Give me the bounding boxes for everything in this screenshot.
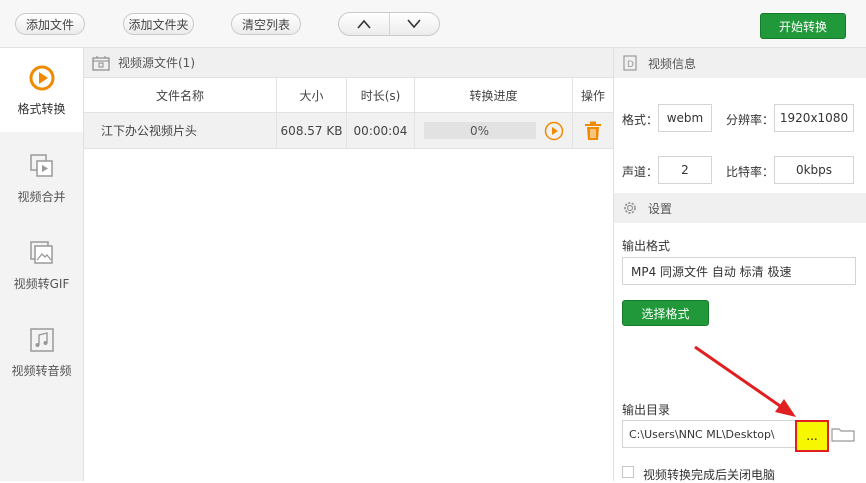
video-info-header: D 视频信息 xyxy=(614,48,866,78)
add-folder-button[interactable]: 添加文件夹 xyxy=(123,13,194,35)
format-field: webm xyxy=(658,104,712,132)
output-format-field[interactable]: MP4 同源文件 自动 标清 极速 xyxy=(622,257,856,285)
folder-icon[interactable] xyxy=(831,426,855,442)
video-merge-icon xyxy=(28,152,56,180)
sidebar-item-label: 格式转换 xyxy=(17,101,66,116)
move-down-button[interactable] xyxy=(388,13,440,35)
start-convert-button[interactable]: 开始转换 xyxy=(760,13,846,39)
file-table-header: 文件名称 大小 时长(s) 转换进度 操作 xyxy=(84,78,613,113)
column-header: 大小 xyxy=(276,78,346,112)
settings-title: 设置 xyxy=(648,201,673,216)
file-name: 江下办公视频片头 xyxy=(101,124,198,138)
column-header: 时长(s) xyxy=(346,78,414,112)
output-dir-field[interactable]: C:\Users\NNC ML\Desktop\ xyxy=(622,420,796,448)
column-header: 操作 xyxy=(572,78,613,112)
audio-icon xyxy=(28,326,56,354)
column-header: 文件名称 xyxy=(155,88,204,103)
sidebar-item-format-convert[interactable]: 格式转换 xyxy=(0,48,83,132)
shutdown-checkbox[interactable] xyxy=(622,466,634,478)
browse-button[interactable]: ... xyxy=(795,420,829,452)
sidebar-item-video-merge[interactable]: 视频合并 xyxy=(0,136,83,220)
file-progress-cell: 0% xyxy=(414,113,572,148)
add-file-button[interactable]: 添加文件 xyxy=(15,13,85,35)
sidebar: 格式转换 视频合并 视频转GIF 视频转音频 xyxy=(0,48,84,481)
trash-icon[interactable] xyxy=(584,121,602,141)
progress-bar: 0% xyxy=(423,122,536,139)
file-list-title: 视频源文件(1) xyxy=(118,56,195,70)
sidebar-item-label: 视频合并 xyxy=(17,189,66,204)
file-size: 608.57 KB xyxy=(276,113,346,148)
resolution-field: 1920x1080 xyxy=(774,104,854,132)
move-buttons xyxy=(338,12,440,36)
film-icon xyxy=(92,55,110,71)
chevron-up-icon xyxy=(357,19,371,29)
sidebar-item-gif[interactable]: 视频转GIF xyxy=(0,223,83,307)
gif-icon xyxy=(28,239,56,267)
bitrate-field: 0kbps xyxy=(774,156,854,184)
move-up-button[interactable] xyxy=(339,13,389,35)
select-format-button[interactable]: 选择格式 xyxy=(622,300,709,326)
format-label: 格式： xyxy=(622,113,659,127)
output-format-label: 输出格式 xyxy=(622,239,671,253)
browse-label: ... xyxy=(806,429,818,443)
shutdown-label: 视频转换完成后关闭电脑 xyxy=(643,468,776,482)
clear-list-button[interactable]: 清空列表 xyxy=(231,13,301,35)
output-dir-label: 输出目录 xyxy=(622,403,671,417)
document-icon: D xyxy=(623,55,637,71)
format-convert-icon xyxy=(28,64,56,92)
sidebar-item-label: 视频转音频 xyxy=(11,363,72,378)
right-panel: D 视频信息 格式： webm 分辨率： 1920x1080 声道： 2 比特率… xyxy=(613,48,866,482)
chevron-down-icon xyxy=(407,19,421,29)
sidebar-item-audio[interactable]: 视频转音频 xyxy=(0,310,83,394)
channels-label: 声道： xyxy=(622,165,659,179)
resolution-label: 分辨率： xyxy=(726,113,775,127)
settings-header: 设置 xyxy=(614,193,866,223)
file-actions-cell xyxy=(572,113,613,148)
gear-icon xyxy=(624,202,636,214)
svg-text:D: D xyxy=(627,60,634,70)
sidebar-item-label: 视频转GIF xyxy=(13,276,70,291)
file-list-header: 视频源文件(1) xyxy=(84,48,613,78)
channels-field: 2 xyxy=(658,156,712,184)
column-header: 转换进度 xyxy=(414,78,572,112)
progress-text: 0% xyxy=(469,123,490,138)
toolbar: 添加文件 添加文件夹 清空列表 开始转换 xyxy=(0,0,866,48)
play-icon[interactable] xyxy=(544,121,564,141)
table-row[interactable]: 江下办公视频片头 608.57 KB 00:00:04 0% xyxy=(84,113,613,149)
bitrate-label: 比特率： xyxy=(726,165,775,179)
video-info-title: 视频信息 xyxy=(648,56,697,71)
file-duration: 00:00:04 xyxy=(346,113,414,148)
